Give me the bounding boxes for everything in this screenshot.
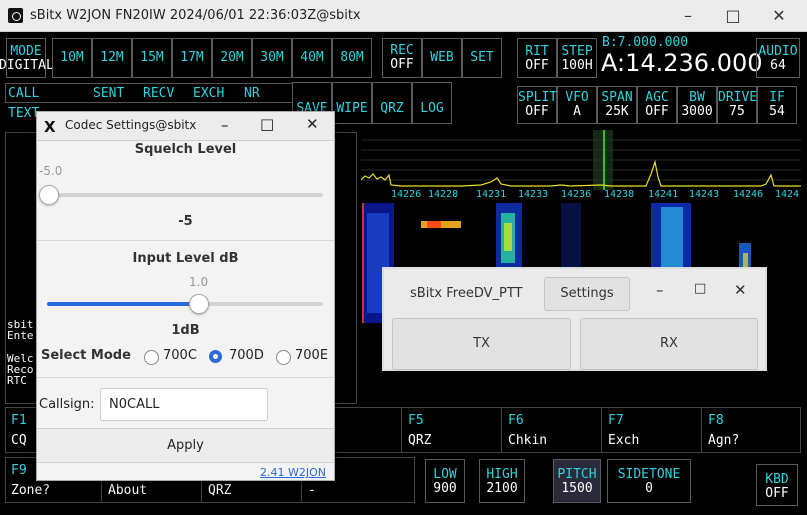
- split-button[interactable]: SPLIT OFF: [517, 86, 557, 124]
- band-80m-button[interactable]: 80M: [332, 38, 372, 78]
- kbd-button[interactable]: KBD OFF: [756, 464, 798, 506]
- input-level-heading: Input Level dB: [132, 251, 239, 266]
- f6-key[interactable]: F6 Chkin: [501, 407, 601, 453]
- pitch-button[interactable]: PITCH 1500: [553, 459, 601, 503]
- settings-button[interactable]: Settings: [544, 277, 630, 311]
- tx-button[interactable]: TX: [392, 318, 571, 370]
- f8-key[interactable]: F8 Agn?: [701, 407, 801, 453]
- mode-button[interactable]: MODE DIGITAL: [0, 38, 54, 78]
- callsign-input[interactable]: N0CALL: [100, 388, 268, 421]
- log-line: Ente: [7, 329, 34, 342]
- band-20m-button[interactable]: 20M: [212, 38, 252, 78]
- select-mode-label: Select Mode: [41, 348, 131, 363]
- squelch-tick: -5.0: [39, 164, 63, 178]
- close-icon[interactable]: ✕: [306, 115, 319, 133]
- freedv-title: sBitx FreeDV_PTT: [410, 286, 523, 301]
- close-icon[interactable]: ✕: [765, 6, 793, 26]
- maximize-icon[interactable]: □: [694, 281, 706, 296]
- mode-700e-radio[interactable]: [276, 350, 291, 365]
- squelch-slider-knob[interactable]: [39, 185, 59, 205]
- text-field[interactable]: TEXT: [8, 106, 39, 121]
- squelch-value: -5: [178, 214, 193, 229]
- window-title: sBitx W2JON FN20IW 2024/06/01 22:36:03Z@…: [30, 8, 361, 23]
- agc-button[interactable]: AGC OFF: [637, 86, 677, 124]
- codec-settings-dialog: X Codec Settings@sbitx – □ ✕ Squelch Lev…: [36, 111, 335, 481]
- drive-button[interactable]: DRIVE 75: [717, 86, 757, 124]
- spectrum-scale: 14226 14228 14231 14233 14236 14238 1424…: [391, 189, 800, 200]
- mode-700c-radio[interactable]: [144, 350, 159, 365]
- codec-dialog-title: Codec Settings@sbitx: [65, 118, 197, 132]
- if-button[interactable]: IF 54: [757, 86, 797, 124]
- mode-700d-radio[interactable]: [209, 350, 222, 363]
- input-level-value: 1dB: [171, 323, 200, 338]
- band-10m-button[interactable]: 10M: [52, 38, 92, 78]
- version-link[interactable]: 2.41 W2JON: [260, 466, 326, 479]
- maximize-icon[interactable]: □: [260, 115, 274, 133]
- band-40m-button[interactable]: 40M: [292, 38, 332, 78]
- log-line: RTC: [7, 374, 27, 387]
- apply-button[interactable]: Apply: [37, 428, 334, 463]
- waterfall-edge: [362, 203, 364, 323]
- wipe-button[interactable]: WIPE: [332, 82, 372, 124]
- squelch-slider[interactable]: [47, 193, 323, 197]
- squelch-heading: Squelch Level: [134, 142, 237, 157]
- app-icon: [8, 8, 23, 23]
- f7-key[interactable]: F7 Exch: [601, 407, 701, 453]
- band-12m-button[interactable]: 12M: [92, 38, 132, 78]
- audio-button[interactable]: AUDIO 64: [756, 38, 800, 78]
- sidetone-button[interactable]: SIDETONE 0: [607, 459, 691, 503]
- set-button[interactable]: SET: [462, 38, 502, 78]
- span-button[interactable]: SPAN 25K: [597, 86, 637, 124]
- title-bar: sBitx W2JON FN20IW 2024/06/01 22:36:03Z@…: [0, 0, 807, 32]
- rx-button[interactable]: RX: [580, 318, 758, 370]
- divider: [37, 240, 334, 241]
- rec-button[interactable]: REC OFF: [382, 38, 422, 78]
- divider: [37, 377, 334, 378]
- minimize-icon[interactable]: –: [221, 116, 229, 134]
- input-level-knob[interactable]: [189, 294, 209, 314]
- callsign-label: Callsign:: [39, 397, 95, 412]
- vfo-a-frequency[interactable]: A:14.236.000: [601, 49, 763, 77]
- band-17m-button[interactable]: 17M: [172, 38, 212, 78]
- high-button[interactable]: HIGH 2100: [479, 459, 525, 503]
- input-level-tick: 1.0: [189, 275, 209, 289]
- input-level-fill: [47, 302, 199, 306]
- band-30m-button[interactable]: 30M: [252, 38, 292, 78]
- close-icon[interactable]: ✕: [734, 281, 747, 299]
- band-15m-button[interactable]: 15M: [132, 38, 172, 78]
- x11-icon: X: [44, 118, 56, 136]
- mode-700e-label[interactable]: 700E: [295, 348, 328, 363]
- mode-700c-label[interactable]: 700C: [163, 348, 197, 363]
- maximize-icon[interactable]: □: [719, 6, 747, 26]
- low-button[interactable]: LOW 900: [425, 459, 465, 503]
- entry-row: [5, 83, 293, 103]
- codec-dialog-titlebar: X Codec Settings@sbitx – □ ✕: [37, 112, 334, 141]
- rit-button[interactable]: RIT OFF: [517, 38, 557, 78]
- log-button[interactable]: LOG: [412, 82, 452, 124]
- web-button[interactable]: WEB: [422, 38, 462, 78]
- minimize-icon[interactable]: –: [656, 281, 664, 299]
- vfo-b-frequency: B:7.000.000: [602, 35, 689, 50]
- bw-button[interactable]: BW 3000: [677, 86, 717, 124]
- qrz-button[interactable]: QRZ: [372, 82, 412, 124]
- spectrum-display[interactable]: [361, 130, 801, 190]
- vfo-button[interactable]: VFO A: [557, 86, 597, 124]
- minimize-icon[interactable]: –: [674, 6, 702, 26]
- freedv-ptt-dialog: sBitx FreeDV_PTT Settings – □ ✕ TX RX: [382, 267, 767, 371]
- f5-key[interactable]: F5 QRZ: [401, 407, 501, 453]
- mode-700d-label[interactable]: 700D: [229, 348, 264, 363]
- step-button[interactable]: STEP 100H: [557, 38, 597, 78]
